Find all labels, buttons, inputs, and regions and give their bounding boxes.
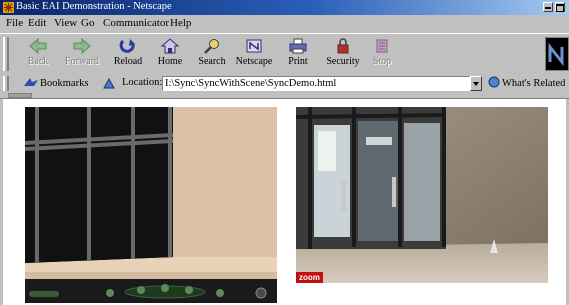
location-label: Location: xyxy=(122,77,163,88)
location-icon[interactable] xyxy=(102,77,116,90)
stop-label: Stop xyxy=(372,56,392,67)
lobby-photo[interactable]: zoom xyxy=(296,107,548,283)
zoom-badge[interactable]: zoom xyxy=(296,272,323,283)
glass-doors-photo xyxy=(296,107,548,283)
navigation-toolbar: Back Forward Reload Home Search Netscape… xyxy=(0,33,569,75)
menu-go[interactable]: Go xyxy=(81,17,94,29)
toolbar-grip[interactable] xyxy=(3,37,9,71)
bookmarks-button[interactable]: Bookmarks xyxy=(22,76,88,89)
location-dropdown-button[interactable] xyxy=(470,76,482,91)
netscape-icon xyxy=(246,39,262,53)
netscape-n-logo-icon xyxy=(548,42,564,67)
back-button[interactable]: Back xyxy=(18,37,58,71)
back-label: Back xyxy=(27,56,49,67)
security-label: Security xyxy=(326,56,360,67)
menu-view[interactable]: View xyxy=(54,17,77,29)
collapse-tab[interactable] xyxy=(8,93,32,98)
home-label: Home xyxy=(157,56,183,67)
print-label: Print xyxy=(288,56,308,67)
forward-arrow-icon xyxy=(73,37,91,55)
stop-button[interactable]: Stop xyxy=(362,37,402,71)
reload-button[interactable]: Reload xyxy=(108,37,148,71)
reload-label: Reload xyxy=(113,56,143,67)
security-button[interactable]: Security xyxy=(320,37,366,71)
stop-icon xyxy=(376,39,388,53)
location-toolbar: Bookmarks Location: I:\Sync\SyncWithScen… xyxy=(0,74,569,93)
menu-help[interactable]: Help xyxy=(170,17,191,29)
whats-related-button[interactable]: What's Related xyxy=(488,76,565,89)
netscape-throbber[interactable] xyxy=(545,37,569,71)
forward-button[interactable]: Forward xyxy=(62,37,102,71)
netscape-button[interactable]: Netscape xyxy=(234,37,274,71)
print-icon xyxy=(289,38,307,54)
maximize-button[interactable] xyxy=(555,2,565,12)
search-label: Search xyxy=(198,56,226,67)
location-grip[interactable] xyxy=(3,76,9,91)
back-arrow-icon xyxy=(29,37,47,55)
print-button[interactable]: Print xyxy=(278,37,318,71)
forward-label: Forward xyxy=(65,56,99,67)
minimize-button[interactable] xyxy=(543,2,553,12)
page-content: zoom xyxy=(3,99,566,305)
home-icon xyxy=(160,38,180,54)
menu-bar: File Edit View Go Communicator Help xyxy=(0,15,569,32)
menu-file[interactable]: File xyxy=(6,17,23,29)
netscape-label: Netscape xyxy=(235,56,273,67)
reload-icon xyxy=(119,39,135,53)
room-3d-render xyxy=(24,107,277,303)
whats-related-icon xyxy=(488,76,500,88)
menu-edit[interactable]: Edit xyxy=(28,17,46,29)
maximize-icon xyxy=(556,4,564,12)
location-input[interactable]: I:\Sync\SyncWithScene\SyncDemo.html xyxy=(162,76,470,91)
search-button[interactable]: Search xyxy=(192,37,232,71)
lock-icon xyxy=(337,38,349,54)
bookmarks-icon xyxy=(24,78,38,86)
whats-related-label: What's Related xyxy=(502,78,566,89)
netscape-window-icon xyxy=(3,2,14,13)
home-button[interactable]: Home xyxy=(150,37,190,71)
title-bar[interactable]: Basic EAI Demonstration - Netscape xyxy=(0,0,569,15)
window-title: Basic EAI Demonstration - Netscape xyxy=(16,1,172,12)
menu-communicator[interactable]: Communicator xyxy=(103,17,169,29)
vrml-scene-view[interactable] xyxy=(24,107,277,303)
search-icon xyxy=(204,39,219,54)
bookmarks-label: Bookmarks xyxy=(40,78,89,89)
